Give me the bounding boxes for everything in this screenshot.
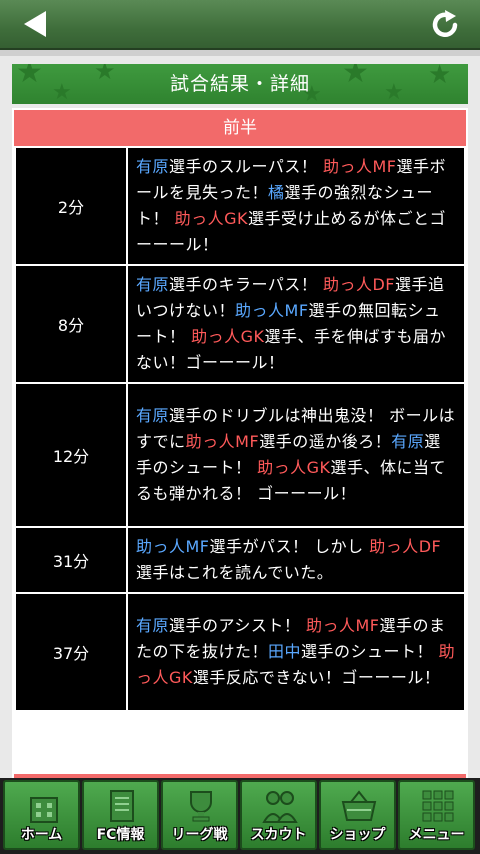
player-name: 助っ人MF	[136, 537, 210, 556]
first-half-events-table: 2分 有原選手のスルーパス！ 助っ人MF選手ボールを見失った！橘選手の強烈なシュ…	[14, 146, 466, 712]
match-detail-panel: 前半 2分 有原選手のスルーパス！ 助っ人MF選手ボールを見失った！橘選手の強烈…	[12, 108, 468, 778]
event-text: 選手はこれを読んでいた。	[136, 563, 334, 582]
event-row: 2分 有原選手のスルーパス！ 助っ人MF選手ボールを見失った！橘選手の強烈なシュ…	[14, 146, 466, 266]
event-row: 8分 有原選手のキラーパス！ 助っ人DF選手追いつけない！助っ人MF選手の無回転…	[14, 264, 466, 384]
page-title: 試合結果・詳細	[169, 73, 310, 95]
player-name: 助っ人MF	[185, 432, 260, 451]
event-description: 有原選手のアシスト！ 助っ人MF選手のまたの下を抜けた！田中選手のシュート！ 助…	[126, 592, 466, 712]
event-minute: 12分	[14, 382, 128, 528]
player-name: 有原	[136, 616, 170, 635]
tab-menu[interactable]: メニュー	[398, 780, 475, 850]
event-minute: 8分	[14, 264, 128, 384]
tab-label: リーグ戦	[171, 827, 228, 843]
player-name: 助っ人GK	[257, 458, 331, 477]
back-arrow-icon	[24, 11, 46, 37]
event-row: 12分 有原選手のドリブルは神出鬼没！ ボールはすでに助っ人MF選手の遥か後ろ！…	[14, 382, 466, 528]
trophy-icon	[190, 791, 212, 822]
tab-scout[interactable]: スカウト	[240, 780, 317, 850]
player-name: 助っ人GK	[174, 209, 248, 228]
event-text: 選手がパス！ しかし	[209, 537, 370, 556]
event-row: 37分 有原選手のアシスト！ 助っ人MF選手のまたの下を抜けた！田中選手のシュー…	[14, 592, 466, 712]
tab-label: メニュー	[408, 827, 465, 843]
tab-label: スカウト	[250, 827, 307, 843]
tab-label: FC情報	[96, 827, 145, 843]
back-button[interactable]	[18, 8, 54, 40]
player-name: 有原	[391, 432, 425, 451]
home-icon	[30, 797, 58, 823]
tab-shop[interactable]: ショップ	[319, 780, 396, 850]
player-name: 有原	[136, 406, 170, 425]
first-half-header: 前半	[14, 110, 466, 146]
event-text: 選手の遥か後ろ！	[259, 432, 392, 451]
event-description: 助っ人MF選手がパス！ しかし 助っ人DF 選手はこれを読んでいた。	[126, 526, 466, 594]
event-minute: 2分	[14, 146, 128, 266]
event-minute: 37分	[14, 592, 128, 712]
refresh-icon	[432, 10, 458, 38]
title-bar: ★ ★ ★ ★ ★ ★ ★ 試合結果・詳細	[12, 64, 468, 104]
event-description: 有原選手のドリブルは神出鬼没！ ボールはすでに助っ人MF選手の遥か後ろ！有原選手…	[126, 382, 466, 528]
player-name: 助っ人MF	[305, 616, 380, 635]
bottom-tab-bar: ホーム FC情報 リーグ戦 スカウト ショップ メニュー	[0, 778, 480, 854]
event-description: 有原選手のスルーパス！ 助っ人MF選手ボールを見失った！橘選手の強烈なシュート！…	[126, 146, 466, 266]
player-name: 助っ人MF	[322, 157, 397, 176]
main-content[interactable]: ★ ★ ★ ★ ★ ★ ★ 試合結果・詳細 前半 2分 有原選手のスルーパス！ …	[0, 56, 480, 778]
event-text: 選手反応できない！ゴーーール！	[192, 668, 441, 687]
tab-label: ショップ	[329, 827, 386, 843]
tab-fc-info[interactable]: FC情報	[82, 780, 159, 850]
player-name: 助っ人DF	[369, 537, 442, 556]
refresh-button[interactable]	[428, 8, 462, 40]
basket-icon	[341, 790, 377, 821]
player-name: 有原	[136, 275, 170, 294]
tab-label: ホーム	[20, 827, 63, 843]
document-icon	[110, 790, 134, 822]
event-text: 選手のシュート！	[301, 642, 439, 661]
player-name: 田中	[268, 642, 302, 661]
player-name: 有原	[136, 157, 170, 176]
tab-league[interactable]: リーグ戦	[161, 780, 238, 850]
event-row: 31分 助っ人MF選手がパス！ しかし 助っ人DF 選手はこれを読んでいた。	[14, 526, 466, 594]
player-name: 助っ人MF	[235, 301, 309, 320]
tab-home[interactable]: ホーム	[3, 780, 80, 850]
scout-icon	[262, 791, 298, 823]
event-text: 選手のスルーパス！	[169, 157, 323, 176]
grid-menu-icon	[422, 790, 454, 822]
player-name: 橘	[268, 183, 285, 202]
event-description: 有原選手のキラーパス！ 助っ人DF選手追いつけない！助っ人MF選手の無回転シュー…	[126, 264, 466, 384]
event-text: 選手のアシスト！	[169, 616, 306, 635]
top-bar	[0, 0, 480, 50]
player-name: 助っ人DF	[322, 275, 395, 294]
event-text: 選手のキラーパス！	[169, 275, 323, 294]
player-name: 助っ人GK	[191, 327, 265, 346]
event-minute: 31分	[14, 526, 128, 594]
